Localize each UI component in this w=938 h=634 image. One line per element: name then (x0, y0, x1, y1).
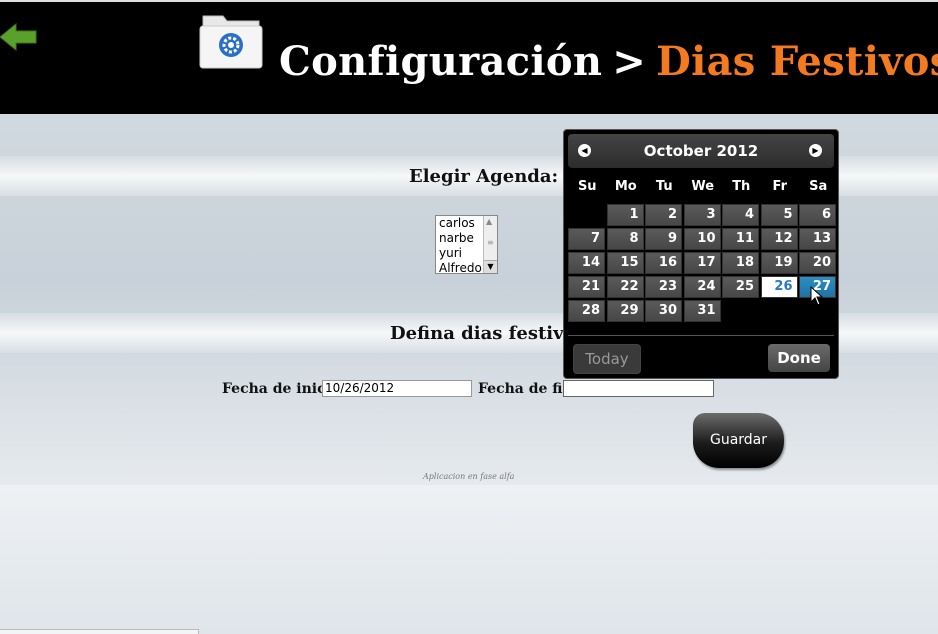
day-cell[interactable]: 17 (683, 252, 721, 274)
day-cell[interactable]: 10 (683, 228, 721, 250)
day-cell[interactable]: 3 (683, 204, 721, 226)
day-cell[interactable]: 31 (683, 300, 721, 322)
weekday-header: Su Mo Tu We Th Fr Sa (568, 179, 838, 194)
day-cell[interactable]: 7 (568, 228, 605, 250)
weekday-label: Mo (614, 179, 637, 194)
page-title: Configuración > Dias Festivos (279, 38, 938, 85)
scroll-down-icon[interactable]: ▼ (484, 260, 497, 273)
app-header: Configuración > Dias Festivos (0, 0, 938, 114)
settings-folder-icon (199, 15, 263, 69)
day-cell[interactable]: 25 (722, 276, 759, 298)
scroll-up-icon[interactable]: ▲ (486, 217, 492, 226)
day-cell[interactable]: 8 (606, 228, 644, 250)
footer-note: Aplicacion en fase alfa (423, 472, 515, 481)
page-title-section: Dias Festivos (656, 38, 938, 85)
day-cell[interactable]: 5 (760, 204, 798, 226)
day-cell[interactable]: 6 (799, 204, 836, 226)
agenda-scrollbar[interactable]: ▲ ≡ ▼ (483, 216, 497, 273)
day-cell[interactable]: 28 (568, 300, 605, 322)
weekday-label: Fr (772, 179, 787, 194)
day-cell[interactable]: 20 (799, 252, 836, 274)
page-title-main: Configuración (279, 38, 603, 85)
bottom-tab (0, 629, 199, 634)
start-date-input[interactable]: 10/26/2012 (322, 380, 472, 397)
weekday-label: We (691, 179, 715, 194)
day-cell[interactable]: 4 (722, 204, 759, 226)
datepicker-month-title: October 2012 (643, 142, 759, 160)
today-button[interactable]: Today (573, 344, 641, 374)
weekday-label: Tu (655, 179, 673, 194)
day-cell[interactable]: 23 (645, 276, 682, 298)
next-month-icon[interactable]: ▶ (809, 144, 822, 157)
end-date-input[interactable] (563, 380, 714, 397)
mouse-cursor-icon (810, 286, 824, 306)
weekday-label: Sa (809, 179, 828, 194)
day-cell[interactable]: 2 (645, 204, 682, 226)
day-cell[interactable]: 13 (799, 228, 836, 250)
weekday-label: Su (577, 179, 597, 194)
day-cell[interactable]: 30 (645, 300, 682, 322)
day-cell[interactable]: 15 (606, 252, 644, 274)
scroll-grip-icon: ≡ (487, 238, 494, 247)
day-cell[interactable]: 12 (760, 228, 798, 250)
day-cell[interactable]: 9 (645, 228, 682, 250)
done-button[interactable]: Done (768, 344, 830, 372)
day-cell[interactable]: 21 (568, 276, 605, 298)
back-arrow-icon[interactable] (0, 22, 38, 52)
save-button[interactable]: Guardar (693, 413, 784, 468)
day-cell[interactable]: 26 (760, 276, 798, 298)
agenda-listbox[interactable]: carlos narbe yuri Alfredo ▲ ≡ ▼ (435, 215, 498, 274)
datepicker: ◀ October 2012 ▶ Su Mo Tu We Th Fr Sa 12… (563, 129, 839, 379)
weekday-label: Th (732, 179, 751, 194)
datepicker-header: ◀ October 2012 ▶ (568, 134, 834, 168)
lower-background (0, 485, 938, 633)
datepicker-divider (568, 335, 834, 336)
day-cell[interactable]: 14 (568, 252, 605, 274)
day-cell[interactable]: 22 (606, 276, 644, 298)
day-cell[interactable]: 19 (760, 252, 798, 274)
day-cell[interactable]: 16 (645, 252, 682, 274)
day-cell[interactable]: 11 (722, 228, 759, 250)
day-cell[interactable]: 1 (606, 204, 644, 226)
day-cell[interactable]: 18 (722, 252, 759, 274)
title-separator: > (612, 38, 647, 85)
day-cell[interactable]: 29 (606, 300, 644, 322)
agenda-label: Elegir Agenda: (409, 166, 559, 187)
day-cell[interactable]: 24 (683, 276, 721, 298)
